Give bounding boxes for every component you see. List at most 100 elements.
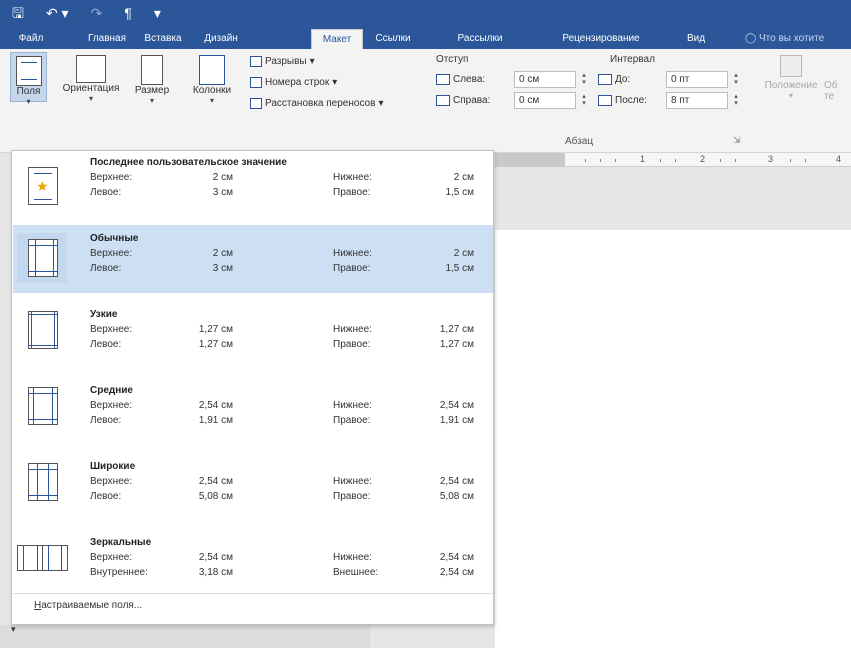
top-margin-label: Верхнее:: [90, 248, 133, 259]
columns-icon: [199, 55, 225, 85]
top-margin-value: 2 см: [212, 248, 233, 259]
breaks-label: Разрывы: [265, 56, 307, 67]
margins-option-moderate[interactable]: Средние Верхнее: 2,54 см Нижнее: 2,54 см…: [13, 371, 493, 439]
top-margin-value: 2,54 см: [198, 476, 233, 487]
spacing-before-label: До:: [598, 74, 630, 85]
save-icon[interactable]: 🖫: [12, 0, 24, 26]
margins-option-wide[interactable]: Широкие Верхнее: 2,54 см Нижнее: 2,54 см…: [13, 447, 493, 515]
menu-separator: [13, 593, 493, 594]
right-margin-value: 1,5 см: [445, 263, 474, 274]
hyphenation-button[interactable]: Расстановка переносов ▾: [250, 98, 383, 109]
paragraph-dialog-launcher-icon[interactable]: ⇲: [733, 135, 741, 146]
ruler-margin-area: [495, 153, 565, 167]
line-numbers-label: Номера строк: [265, 77, 330, 88]
chevron-down-icon: ▾: [149, 96, 154, 105]
tab-home[interactable]: Главная: [86, 29, 128, 49]
orientation-button[interactable]: Ориентация ▾: [60, 52, 122, 103]
tab-references[interactable]: Ссылки: [370, 29, 416, 49]
spacing-heading: Интервал: [610, 54, 655, 65]
hyphenation-label: Расстановка переносов: [265, 98, 376, 109]
margins-option-title: Узкие: [90, 309, 118, 320]
size-button[interactable]: Размер ▾: [132, 52, 172, 105]
redo-icon[interactable]: ↷: [91, 0, 103, 26]
line-numbers-button[interactable]: Номера строк ▾: [250, 77, 337, 88]
page-size-icon: [141, 55, 163, 85]
breaks-button[interactable]: Разрывы ▾: [250, 56, 315, 67]
indent-left-spinner[interactable]: ▴ ▾: [580, 72, 588, 86]
margins-option-normal[interactable]: Обычные Верхнее: 2 см Нижнее: 2 см Левое…: [13, 225, 493, 293]
left-margin-value: 3 см: [212, 263, 233, 274]
inside-margin-label: Внутреннее:: [90, 567, 148, 578]
right-margin-label: Правое:: [333, 263, 371, 274]
orientation-icon: [76, 55, 106, 83]
margins-option-narrow[interactable]: Узкие Верхнее: 1,27 см Нижнее: 1,27 см Л…: [13, 295, 493, 363]
margins-option-title: Обычные: [90, 233, 139, 244]
top-margin-value: 1,27 см: [198, 324, 233, 335]
top-margin-label: Верхнее:: [90, 552, 133, 563]
tab-mailings[interactable]: Рассылки: [454, 29, 506, 49]
columns-label: Колонки: [192, 85, 232, 96]
margins-option-mirrored[interactable]: Зеркальные Верхнее: 2,54 см Нижнее: 2,54…: [13, 523, 493, 591]
customize-qat-icon[interactable]: ▾: [154, 0, 161, 26]
spacing-after-spinner[interactable]: ▴ ▾: [732, 93, 740, 107]
bottom-margin-label: Нижнее:: [333, 324, 372, 335]
bottom-margin-value: 2 см: [453, 172, 474, 183]
right-margin-label: Правое:: [333, 187, 371, 198]
left-margin-label: Левое:: [90, 187, 122, 198]
chevron-down-icon[interactable]: ▾: [11, 624, 16, 635]
tab-view[interactable]: Вид: [683, 29, 709, 49]
tab-review[interactable]: Рецензирование: [556, 29, 646, 49]
margins-option-last-custom[interactable]: ★ Последнее пользовательское значение Ве…: [13, 155, 493, 223]
tab-insert[interactable]: Вставка: [142, 29, 184, 49]
bottom-margin-label: Нижнее:: [333, 552, 372, 563]
ruler-mark: 2: [700, 154, 706, 164]
document-page[interactable]: [495, 230, 851, 648]
lightbulb-icon: ◯: [745, 33, 757, 44]
wrap-text-label: Об: [824, 80, 838, 91]
ribbon-tabs: Файл Главная Вставка Дизайн Макет Ссылки…: [0, 26, 851, 49]
normal-margins-icon: [17, 233, 67, 283]
spacing-after-label: После:: [598, 95, 647, 106]
left-margin-value: 3 см: [212, 187, 233, 198]
right-margin-value: 5,08 см: [439, 491, 474, 502]
tab-file[interactable]: Файл: [18, 29, 44, 49]
tell-me-search[interactable]: ◯ Что вы хотите: [745, 29, 851, 49]
spacing-before-icon: [598, 74, 612, 85]
size-label: Размер: [134, 85, 170, 96]
chevron-down-icon: ▾: [788, 91, 793, 100]
margins-label: Поля: [16, 86, 41, 97]
left-margin-label: Левое:: [90, 491, 122, 502]
spacing-before-spinner[interactable]: ▴ ▾: [732, 72, 740, 86]
undo-icon[interactable]: ↶ ▾: [46, 0, 69, 26]
status-area: [0, 625, 370, 648]
custom-margins-item[interactable]: Настраиваемые поля...: [34, 600, 142, 611]
top-margin-value: 2,54 см: [198, 400, 233, 411]
wrap-text-label-second: те: [824, 91, 835, 102]
indent-right-input[interactable]: 0 см: [514, 92, 576, 109]
pilcrow-icon[interactable]: ¶: [124, 0, 132, 26]
position-button[interactable]: Положение ▾: [762, 55, 820, 105]
indent-right-spinner[interactable]: ▴ ▾: [580, 93, 588, 107]
margins-button[interactable]: Поля ▾: [10, 52, 47, 106]
bottom-margin-value: 2,54 см: [439, 400, 474, 411]
chevron-down-icon: ▾: [26, 97, 31, 106]
chevron-down-icon: ▾: [209, 96, 214, 105]
columns-button[interactable]: Колонки ▾: [186, 52, 238, 105]
right-margin-label: Правое:: [333, 339, 371, 350]
tell-me-label: Что вы хотите: [758, 33, 825, 44]
top-margin-label: Верхнее:: [90, 324, 133, 335]
margins-option-title: Широкие: [90, 461, 136, 472]
indent-left-input[interactable]: 0 см: [514, 71, 576, 88]
tab-design[interactable]: Дизайн: [200, 29, 242, 49]
position-label: Положение: [764, 80, 818, 91]
tab-layout[interactable]: Макет: [311, 29, 363, 49]
margins-option-title: Последнее пользовательское значение: [90, 157, 287, 168]
chevron-down-icon: ▾: [378, 98, 384, 109]
left-margin-value: 5,08 см: [198, 491, 233, 502]
spacing-after-input[interactable]: 8 пт: [666, 92, 728, 109]
spacing-before-input[interactable]: 0 пт: [666, 71, 728, 88]
left-margin-label: Левое:: [90, 263, 122, 274]
wrap-text-button[interactable]: Об те: [824, 80, 851, 106]
moderate-margins-icon: [17, 379, 67, 429]
bottom-margin-value: 2,54 см: [439, 552, 474, 563]
